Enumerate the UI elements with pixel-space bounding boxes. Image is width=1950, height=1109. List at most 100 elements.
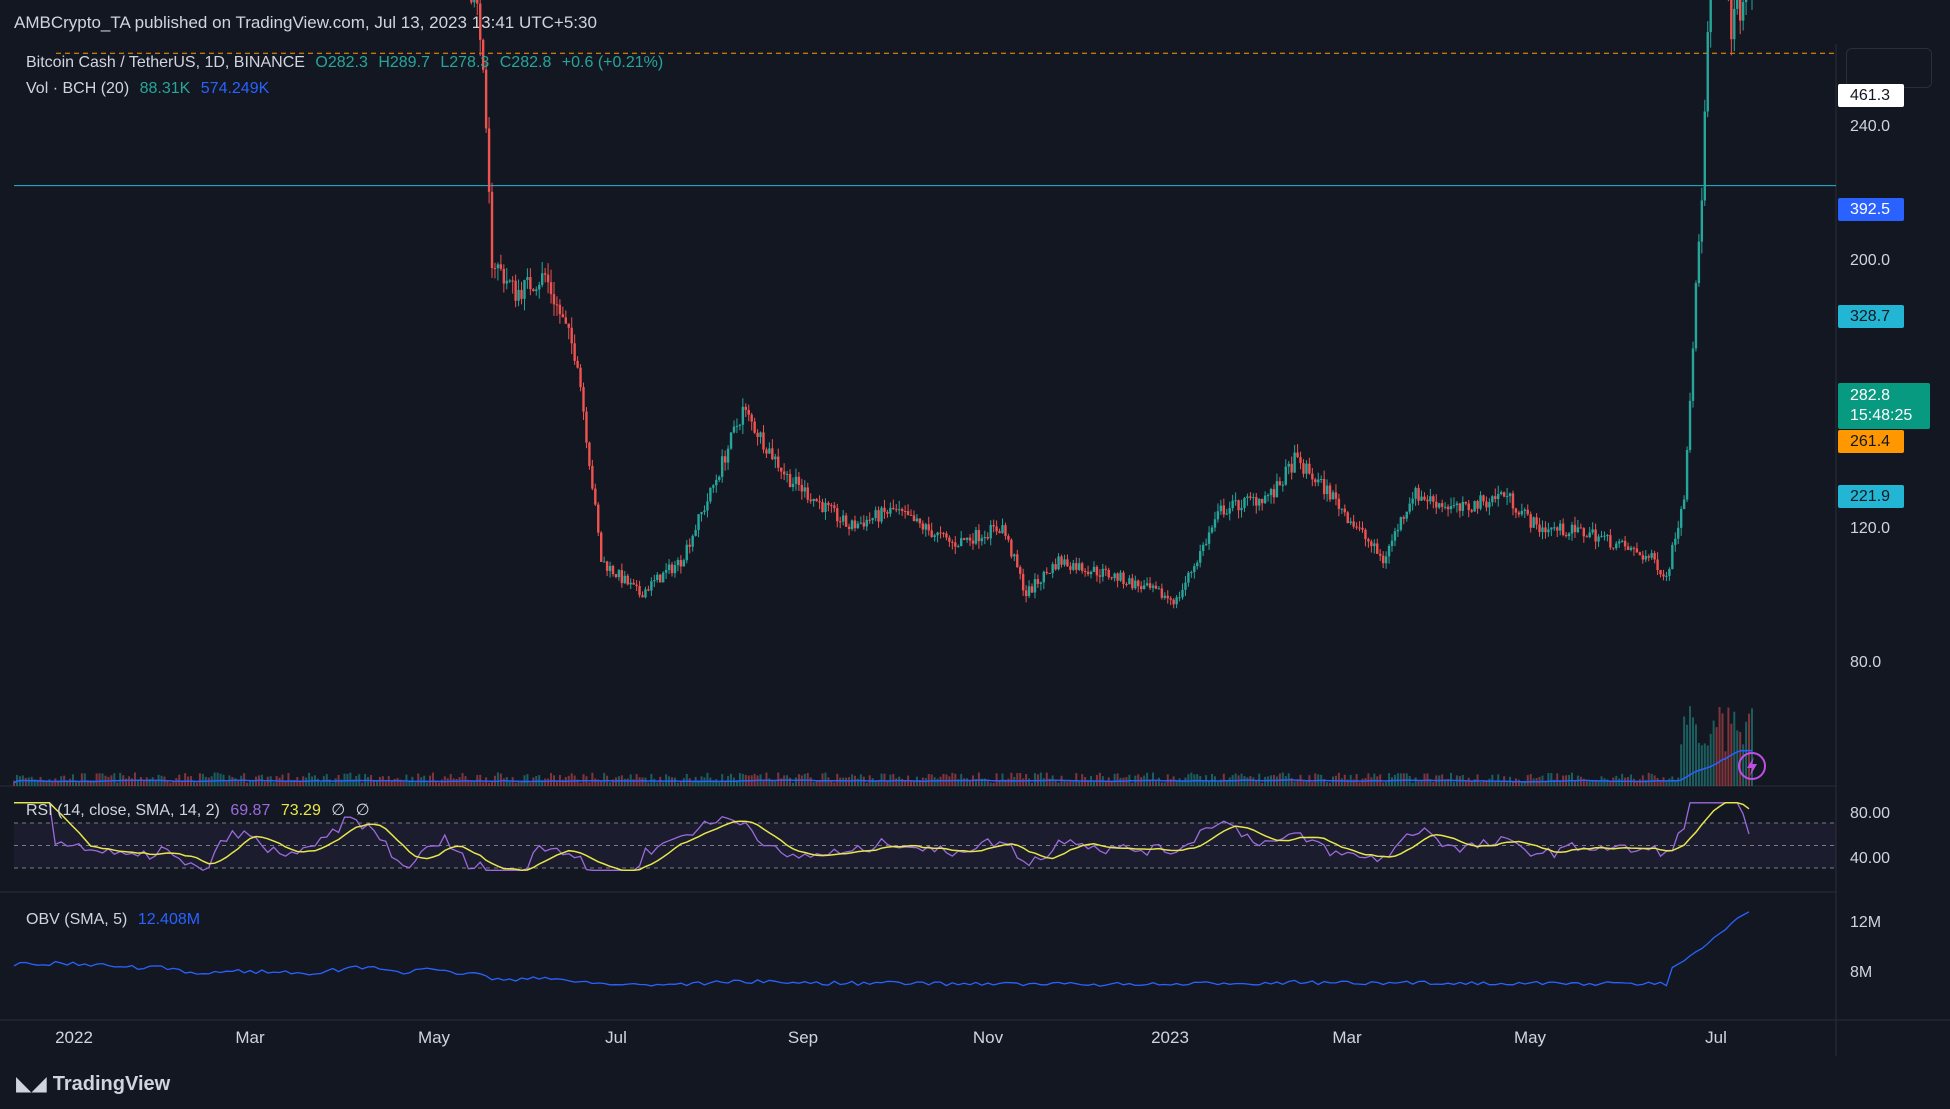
candle-body	[1665, 575, 1668, 577]
candle-body	[741, 406, 745, 425]
volume-bar	[131, 778, 134, 786]
candle-body	[1671, 544, 1674, 570]
volume-bar	[1163, 782, 1166, 786]
price-tick: 280.0	[1850, 0, 1890, 1]
candle-body	[709, 487, 712, 502]
volume-bar	[1222, 773, 1225, 786]
candle-body	[1075, 563, 1078, 570]
candle-body	[983, 536, 987, 539]
volume-bar	[880, 773, 883, 786]
candle-body	[1222, 505, 1226, 515]
candle-body	[1364, 529, 1367, 540]
candle-body	[1325, 485, 1329, 495]
volume-bar	[1603, 778, 1606, 786]
rsi-extra-2: ∅	[355, 802, 370, 819]
candle-body	[1317, 479, 1320, 483]
volume-bar	[550, 773, 553, 786]
candle-body	[1045, 571, 1048, 573]
candle-body	[1697, 241, 1701, 284]
candle-body	[1620, 540, 1624, 542]
candle-body	[1455, 503, 1459, 506]
candle-body	[1083, 570, 1087, 572]
candle-body	[1638, 552, 1642, 556]
tradingview-logo[interactable]: ◣◢ TradingView	[16, 1071, 170, 1096]
candle-body	[1060, 556, 1063, 565]
candle-body	[971, 540, 975, 544]
volume-bar	[1529, 774, 1532, 786]
candle-body	[1219, 505, 1223, 512]
volume-bar	[1264, 776, 1267, 786]
volume-bar	[688, 778, 691, 786]
price-tick: 80.0	[1850, 654, 1881, 671]
volume-bar	[685, 773, 688, 786]
candle-body	[1644, 556, 1647, 560]
volume-bar	[895, 778, 898, 786]
candle-body	[1511, 493, 1515, 509]
volume-bar	[1683, 716, 1686, 786]
volume-bar	[396, 778, 399, 786]
volume-bar	[1497, 774, 1500, 786]
volume-bar	[1122, 777, 1125, 786]
candle-body	[549, 282, 553, 295]
volume-bar	[83, 773, 86, 786]
candle-body	[1139, 586, 1143, 590]
volume-bar	[452, 778, 455, 786]
candle-body	[1207, 532, 1211, 544]
candle-body	[1163, 595, 1166, 598]
volume-bar	[331, 782, 334, 786]
candle-body	[903, 511, 907, 513]
candle-body	[877, 510, 880, 522]
candle-body	[933, 535, 936, 537]
candle-body	[1266, 495, 1270, 497]
candle-body	[909, 514, 913, 516]
candle-body	[785, 474, 789, 476]
candle-body	[1550, 527, 1553, 530]
volume-bar	[54, 778, 57, 786]
volume-bar	[1494, 781, 1497, 786]
volume-bar	[514, 782, 517, 786]
candle-body	[1390, 540, 1394, 546]
candle-body	[859, 522, 863, 524]
candle-body	[653, 579, 656, 582]
candle-body	[1588, 532, 1591, 538]
candle-body	[582, 387, 585, 412]
candle-body	[591, 465, 594, 489]
volume-bar	[794, 777, 797, 786]
candle-body	[977, 530, 981, 542]
candle-body	[918, 518, 922, 524]
volume-bar	[544, 778, 547, 786]
volume-bar	[1432, 782, 1435, 786]
candle-body	[1594, 529, 1597, 542]
candle-body	[1269, 489, 1273, 496]
candle-body	[1411, 498, 1414, 504]
volume-bar	[278, 777, 281, 786]
candle-body	[1473, 501, 1476, 512]
candle-body	[1007, 535, 1010, 540]
candle-body	[1662, 574, 1665, 577]
candle-body	[1446, 506, 1450, 510]
chart-canvas[interactable]: 80.0120.0160.0200.0240.0280.0320.0360.04…	[0, 0, 1950, 1109]
volume-bar	[440, 779, 443, 786]
volume-bar	[570, 773, 573, 786]
volume-bar	[1579, 776, 1582, 786]
volume-bar	[1618, 778, 1621, 786]
volume-bar	[1054, 780, 1057, 786]
candle-body	[959, 538, 963, 547]
volume-bar	[1550, 773, 1553, 786]
candle-body	[794, 476, 798, 484]
volume-bar	[827, 777, 830, 786]
volume-bar	[883, 773, 886, 786]
price-tick: 200.0	[1850, 252, 1890, 269]
volume-bar	[1656, 778, 1659, 786]
volume-bar	[231, 776, 234, 786]
volume-bar	[237, 780, 240, 786]
volume-bar	[774, 781, 777, 786]
volume-bar	[1396, 773, 1399, 786]
chart-settings-button[interactable]	[1846, 48, 1932, 88]
candle-body	[1249, 496, 1252, 498]
volume-bar	[1488, 778, 1491, 786]
candle-body	[1122, 572, 1125, 584]
candle-body	[1650, 553, 1653, 558]
candle-body	[576, 360, 579, 368]
volume-bar	[74, 781, 77, 786]
